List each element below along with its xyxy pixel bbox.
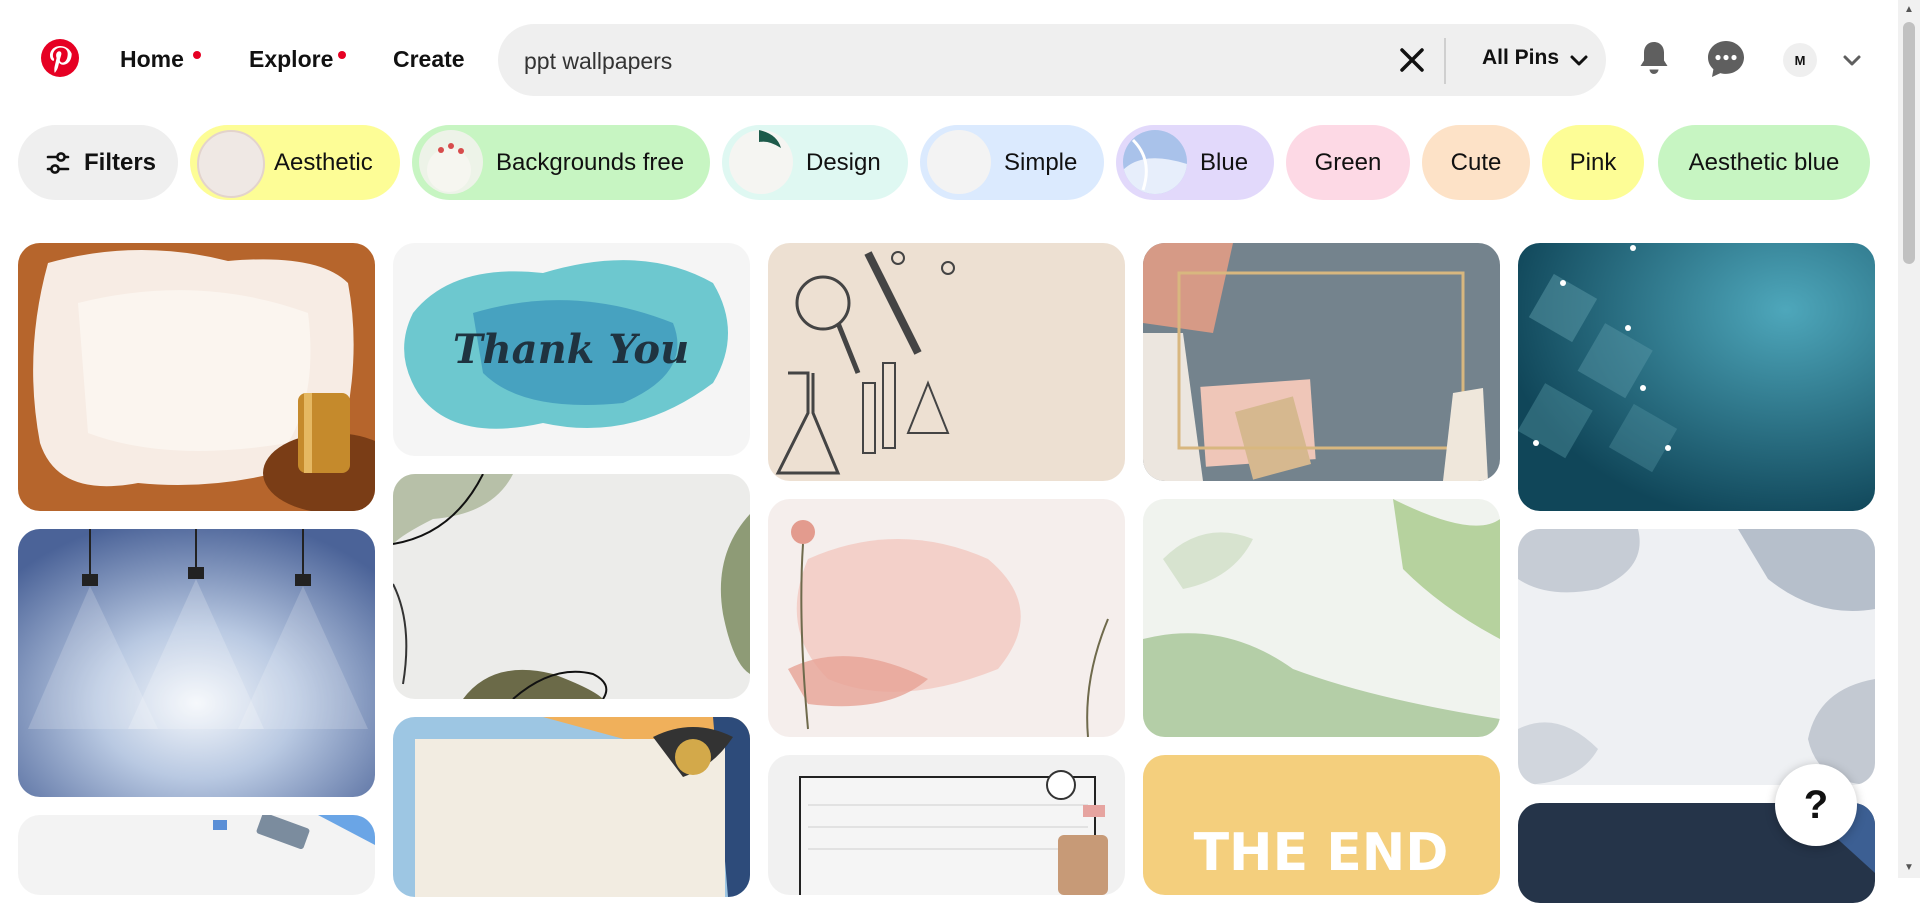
pin-botanical-frame[interactable]: [393, 474, 750, 699]
pin-image: [18, 815, 375, 895]
profile-avatar[interactable]: M: [1783, 43, 1817, 77]
chip-label: Backgrounds free: [496, 148, 685, 176]
scroll-up-arrow-icon[interactable]: ▲: [1903, 4, 1915, 16]
top-header: Home Explore Create All Pins M: [0, 0, 1898, 118]
scrollbar-thumb[interactable]: [1903, 22, 1915, 264]
filters-label: Filters: [84, 148, 157, 176]
pin-science-sketch[interactable]: [768, 243, 1125, 481]
pin-gray-watercolor[interactable]: [1518, 529, 1875, 785]
home-notification-dot: [193, 51, 201, 59]
chip-simple[interactable]: Simple: [920, 125, 1104, 200]
chip-label: Aesthetic: [274, 148, 373, 176]
chip-thumbnail: [197, 130, 265, 198]
chip-label: Aesthetic blue: [1688, 148, 1840, 176]
pin-thank-you-watercolor[interactable]: Thank You: [393, 243, 750, 456]
chip-label: Blue: [1200, 148, 1249, 176]
chip-label: Pink: [1569, 148, 1617, 176]
chip-label: Cute: [1450, 148, 1502, 176]
chip-aesthetic-blue[interactable]: Aesthetic blue: [1658, 125, 1870, 200]
pin-gold-frame-collage[interactable]: [1143, 243, 1500, 481]
search-bar[interactable]: All Pins: [498, 24, 1606, 96]
chip-design[interactable]: Design: [722, 125, 908, 200]
clear-search-icon[interactable]: [1398, 46, 1426, 74]
pin-the-end[interactable]: THE END: [1143, 755, 1500, 895]
chip-thumbnail: [729, 130, 793, 194]
chip-green[interactable]: Green: [1286, 125, 1410, 200]
pin-image: [768, 243, 1125, 481]
nav-home-link[interactable]: Home: [120, 46, 184, 73]
chip-thumbnail: [1123, 130, 1187, 194]
pin-image: [1143, 243, 1500, 481]
pin-image: [1518, 243, 1875, 511]
pin-image: [393, 474, 750, 699]
thank-you-text: Thank You: [453, 326, 689, 373]
messages-icon[interactable]: [1703, 36, 1749, 82]
chip-cute[interactable]: Cute: [1422, 125, 1530, 200]
chip-thumbnail: [419, 130, 483, 194]
pin-image: THE END: [1143, 755, 1500, 895]
pin-image: [1143, 499, 1500, 737]
pin-pink-watercolor-flower[interactable]: [768, 499, 1125, 737]
chip-label: Design: [806, 148, 881, 176]
account-menu-chevron-icon[interactable]: [1841, 50, 1863, 72]
scroll-down-arrow-icon[interactable]: ▼: [1903, 862, 1915, 874]
chip-backgrounds-free[interactable]: Backgrounds free: [412, 125, 710, 200]
the-end-text: THE END: [1194, 823, 1449, 883]
chip-thumbnail: [927, 130, 991, 194]
search-input[interactable]: [522, 42, 1346, 80]
notifications-bell-icon[interactable]: [1631, 36, 1677, 82]
search-divider: [1444, 38, 1446, 84]
chip-label: Green: [1314, 148, 1382, 176]
pin-image: [18, 529, 375, 797]
pin-green-watercolor[interactable]: [1143, 499, 1500, 737]
search-scope-dropdown[interactable]: All Pins: [1482, 46, 1559, 70]
chip-aesthetic[interactable]: Aesthetic: [190, 125, 400, 200]
pin-image: [393, 717, 750, 897]
pin-desk-laptop[interactable]: [18, 815, 375, 895]
pin-travel-notebook[interactable]: [768, 755, 1125, 895]
pinterest-logo-icon[interactable]: [40, 38, 80, 78]
explore-notification-dot: [338, 51, 346, 59]
pin-teal-tech[interactable]: [1518, 243, 1875, 511]
filters-button[interactable]: Filters: [18, 125, 178, 200]
chip-pink[interactable]: Pink: [1542, 125, 1644, 200]
pin-colorful-card[interactable]: [393, 717, 750, 897]
chip-blue[interactable]: Blue: [1116, 125, 1274, 200]
pin-image: [768, 499, 1125, 737]
nav-explore-link[interactable]: Explore: [249, 46, 333, 73]
nav-create-link[interactable]: Create: [393, 46, 465, 73]
page-scrollbar[interactable]: ▲ ▼: [1898, 0, 1920, 878]
pin-gavel-brown-frame[interactable]: [18, 243, 375, 511]
filters-sliders-icon: [46, 152, 70, 174]
pin-image: [1518, 529, 1875, 785]
help-button[interactable]: ?: [1775, 764, 1857, 846]
chip-label: Simple: [1004, 148, 1078, 176]
pin-image: [768, 755, 1125, 895]
pin-image: [18, 243, 375, 511]
chevron-down-icon[interactable]: [1568, 50, 1590, 72]
pin-image: Thank You: [393, 243, 750, 456]
pin-spotlight-stage[interactable]: [18, 529, 375, 797]
